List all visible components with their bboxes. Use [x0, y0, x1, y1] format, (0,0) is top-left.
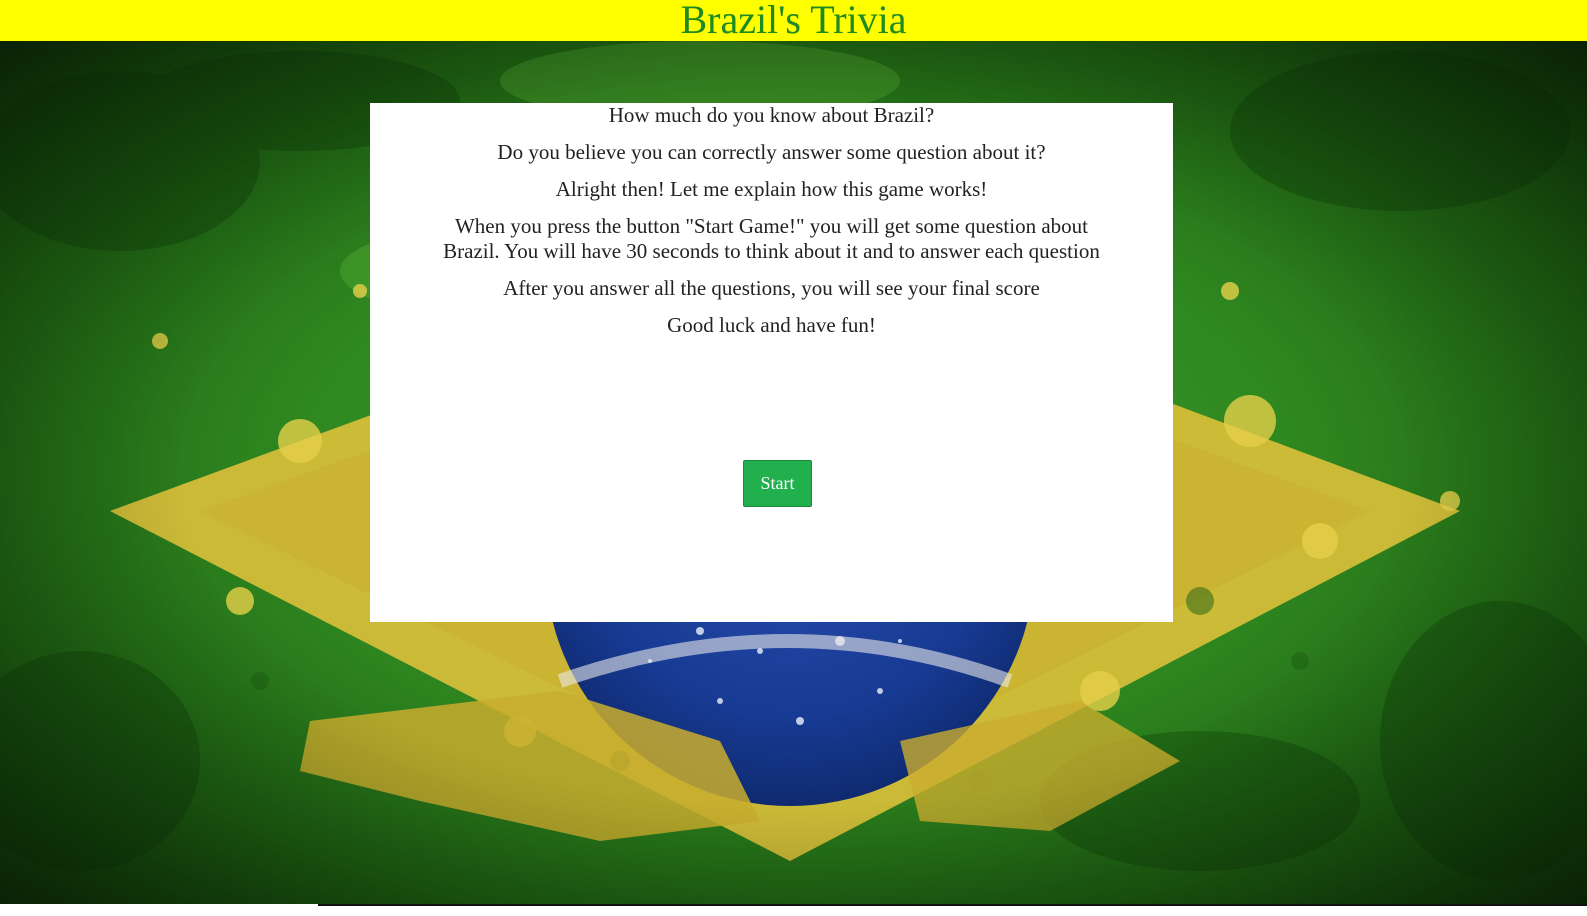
start-button[interactable]: Start — [743, 460, 812, 507]
intro-panel: How much do you know about Brazil? Do yo… — [370, 103, 1173, 622]
intro-line-4: When you press the button "Start Game!" … — [443, 214, 1100, 263]
intro-line-3: Alright then! Let me explain how this ga… — [555, 177, 988, 201]
intro-line-5: After you answer all the questions, you … — [503, 276, 1040, 300]
intro-text: How much do you know about Brazil? Do yo… — [370, 103, 1173, 338]
intro-line-6: Good luck and have fun! — [667, 313, 876, 337]
page: Brazil's Trivia How much do you know abo… — [0, 0, 1587, 916]
bottom-divider — [318, 904, 1587, 906]
intro-line-1: How much do you know about Brazil? — [608, 103, 935, 127]
header-bar: Brazil's Trivia — [0, 0, 1587, 41]
intro-line-2: Do you believe you can correctly answer … — [497, 140, 1046, 164]
bottom-strip — [0, 904, 1587, 916]
page-title: Brazil's Trivia — [680, 0, 907, 42]
